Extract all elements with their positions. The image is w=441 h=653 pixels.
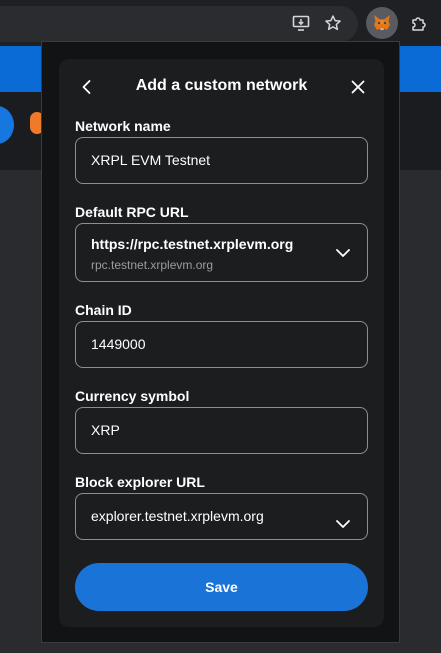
rpc-url-label: Default RPC URL	[75, 204, 189, 220]
network-name-value: XRPL EVM Testnet	[91, 152, 211, 168]
chevron-down-icon	[333, 507, 353, 528]
extension-popup: Add a custom network Network name XRPL E…	[41, 41, 400, 643]
currency-symbol-label: Currency symbol	[75, 388, 190, 404]
dialog-title: Add a custom network	[135, 77, 308, 94]
block-explorer-value: explorer.testnet.xrplevm.org	[91, 508, 264, 524]
block-explorer-label: Block explorer URL	[75, 474, 205, 490]
block-explorer-dropdown[interactable]: explorer.testnet.xrplevm.org	[75, 493, 368, 540]
dialog-header: Add a custom network	[59, 59, 384, 115]
metamask-fox-icon[interactable]	[366, 7, 398, 39]
chain-id-label: Chain ID	[75, 302, 132, 318]
browser-toolbar	[0, 0, 441, 46]
network-name-label: Network name	[75, 118, 171, 134]
chevron-down-icon	[333, 243, 353, 263]
star-icon[interactable]	[319, 9, 347, 37]
currency-symbol-field[interactable]: XRP	[75, 407, 368, 454]
chain-id-field[interactable]: 1449000	[75, 321, 368, 368]
currency-symbol-value: XRP	[91, 422, 120, 438]
add-network-dialog: Add a custom network Network name XRPL E…	[59, 59, 384, 627]
install-app-icon[interactable]	[287, 9, 315, 37]
close-icon[interactable]	[348, 77, 368, 97]
rpc-url-subtext: rpc.testnet.xrplevm.org	[91, 258, 214, 272]
rpc-url-dropdown[interactable]: https://rpc.testnet.xrplevm.org rpc.test…	[75, 223, 368, 282]
extensions-puzzle-icon[interactable]	[405, 9, 433, 37]
rpc-url-value: https://rpc.testnet.xrplevm.org	[91, 236, 294, 252]
network-name-field[interactable]: XRPL EVM Testnet	[75, 137, 368, 184]
chain-id-value: 1449000	[91, 336, 146, 352]
save-button[interactable]: Save	[75, 563, 368, 611]
